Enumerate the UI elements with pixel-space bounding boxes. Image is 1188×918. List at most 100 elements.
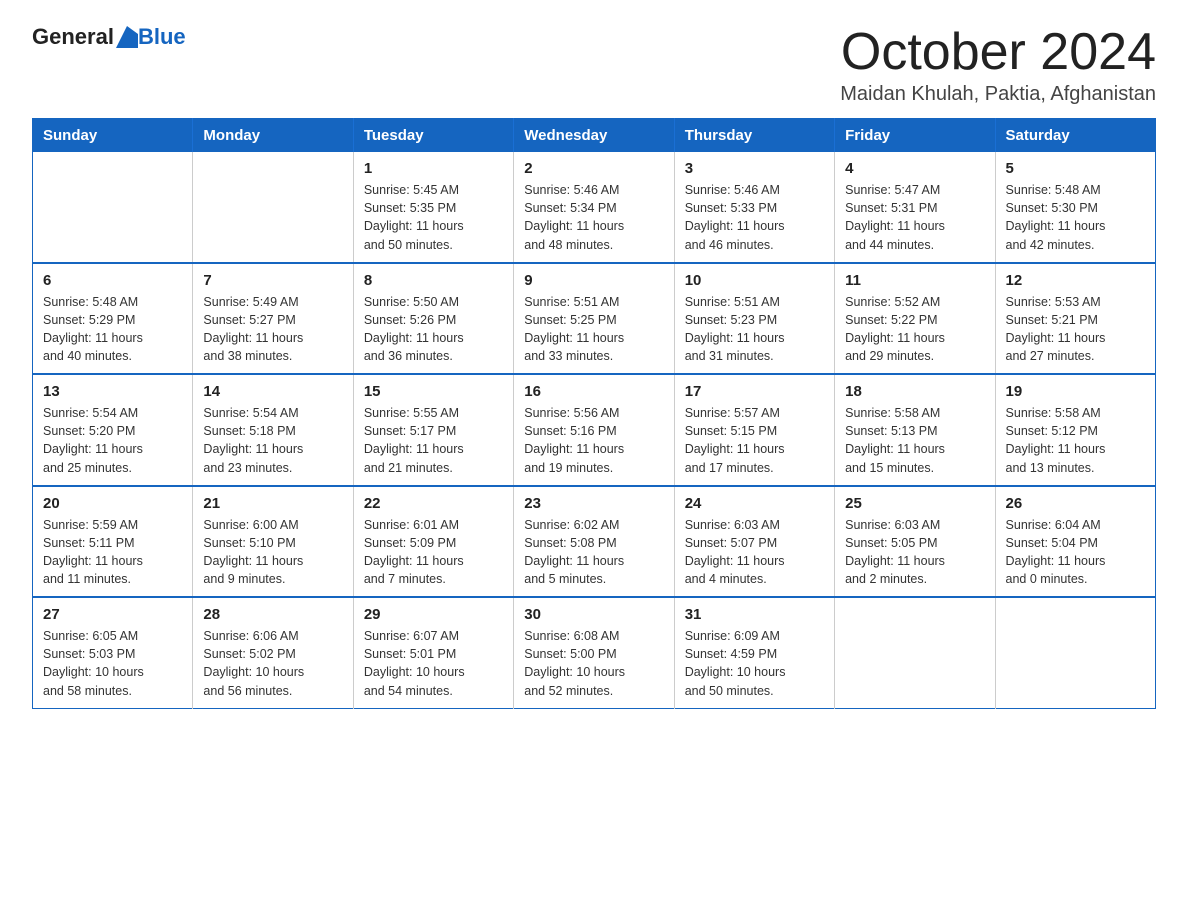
- week-row-0: 1 Sunrise: 5:45 AM Sunset: 5:35 PM Daylig…: [33, 152, 1156, 263]
- day-info: Sunrise: 6:09 AM Sunset: 4:59 PM Dayligh…: [685, 627, 824, 700]
- logo: General Blue: [32, 24, 186, 50]
- calendar-cell: 26 Sunrise: 6:04 AM Sunset: 5:04 PM Dayli…: [995, 486, 1155, 598]
- calendar-cell: 12Sunrise: 5:53 AM Sunset: 5:21 PM Dayli…: [995, 263, 1155, 375]
- day-info: Sunrise: 6:08 AM Sunset: 5:00 PM Dayligh…: [524, 627, 663, 700]
- day-info: Sunrise: 5:53 AM Sunset: 5:21 PM Dayligh…: [1006, 293, 1145, 366]
- weekday-header-row: SundayMondayTuesdayWednesdayThursdayFrid…: [33, 119, 1156, 153]
- day-info: Sunrise: 5:59 AM Sunset: 5:11 PM Dayligh…: [43, 516, 182, 589]
- month-title: October 2024: [840, 24, 1156, 81]
- weekday-wednesday: Wednesday: [514, 119, 674, 153]
- week-row-2: 13 Sunrise: 5:54 AM Sunset: 5:20 PM Dayli…: [33, 374, 1156, 486]
- day-info: Sunrise: 5:48 AM Sunset: 5:30 PM Dayligh…: [1006, 181, 1145, 254]
- day-number: 7: [203, 272, 342, 289]
- logo-icon: [116, 26, 138, 48]
- day-info: Sunrise: 6:01 AM Sunset: 5:09 PM Dayligh…: [364, 516, 503, 589]
- calendar-cell: 6 Sunrise: 5:48 AM Sunset: 5:29 PM Daylig…: [33, 263, 193, 375]
- day-number: 22: [364, 495, 503, 512]
- day-number: 18: [845, 383, 984, 400]
- calendar-header: SundayMondayTuesdayWednesdayThursdayFrid…: [33, 119, 1156, 153]
- day-number: 21: [203, 495, 342, 512]
- week-row-1: 6 Sunrise: 5:48 AM Sunset: 5:29 PM Daylig…: [33, 263, 1156, 375]
- calendar-cell: 24 Sunrise: 6:03 AM Sunset: 5:07 PM Dayli…: [674, 486, 834, 598]
- calendar-cell: [835, 597, 995, 708]
- calendar-cell: 2 Sunrise: 5:46 AM Sunset: 5:34 PM Daylig…: [514, 152, 674, 263]
- logo-general: General: [32, 24, 114, 50]
- day-number: 3: [685, 160, 824, 177]
- day-info: Sunrise: 5:54 AM Sunset: 5:18 PM Dayligh…: [203, 404, 342, 477]
- day-number: 27: [43, 606, 182, 623]
- day-number: 14: [203, 383, 342, 400]
- calendar-body: 1 Sunrise: 5:45 AM Sunset: 5:35 PM Daylig…: [33, 152, 1156, 708]
- calendar-cell: 17Sunrise: 5:57 AM Sunset: 5:15 PM Dayli…: [674, 374, 834, 486]
- day-info: Sunrise: 6:03 AM Sunset: 5:05 PM Dayligh…: [845, 516, 984, 589]
- day-number: 2: [524, 160, 663, 177]
- day-info: Sunrise: 5:55 AM Sunset: 5:17 PM Dayligh…: [364, 404, 503, 477]
- calendar-cell: 1 Sunrise: 5:45 AM Sunset: 5:35 PM Daylig…: [353, 152, 513, 263]
- calendar-cell: 15 Sunrise: 5:55 AM Sunset: 5:17 PM Dayli…: [353, 374, 513, 486]
- day-info: Sunrise: 6:03 AM Sunset: 5:07 PM Dayligh…: [685, 516, 824, 589]
- calendar-cell: 4 Sunrise: 5:47 AM Sunset: 5:31 PM Daylig…: [835, 152, 995, 263]
- calendar-cell: 31Sunrise: 6:09 AM Sunset: 4:59 PM Dayli…: [674, 597, 834, 708]
- week-row-3: 20 Sunrise: 5:59 AM Sunset: 5:11 PM Dayli…: [33, 486, 1156, 598]
- day-number: 17: [685, 383, 824, 400]
- day-info: Sunrise: 6:00 AM Sunset: 5:10 PM Dayligh…: [203, 516, 342, 589]
- day-number: 20: [43, 495, 182, 512]
- day-info: Sunrise: 5:50 AM Sunset: 5:26 PM Dayligh…: [364, 293, 503, 366]
- day-number: 25: [845, 495, 984, 512]
- calendar-cell: 20 Sunrise: 5:59 AM Sunset: 5:11 PM Dayli…: [33, 486, 193, 598]
- day-number: 29: [364, 606, 503, 623]
- day-info: Sunrise: 6:05 AM Sunset: 5:03 PM Dayligh…: [43, 627, 182, 700]
- day-info: Sunrise: 6:02 AM Sunset: 5:08 PM Dayligh…: [524, 516, 663, 589]
- calendar-cell: 23 Sunrise: 6:02 AM Sunset: 5:08 PM Dayli…: [514, 486, 674, 598]
- day-number: 23: [524, 495, 663, 512]
- calendar-cell: 7Sunrise: 5:49 AM Sunset: 5:27 PM Daylig…: [193, 263, 353, 375]
- day-info: Sunrise: 5:58 AM Sunset: 5:13 PM Dayligh…: [845, 404, 984, 477]
- calendar-cell: 14 Sunrise: 5:54 AM Sunset: 5:18 PM Dayli…: [193, 374, 353, 486]
- day-info: Sunrise: 5:51 AM Sunset: 5:23 PM Dayligh…: [685, 293, 824, 366]
- logo-blue: Blue: [138, 24, 186, 50]
- day-info: Sunrise: 5:52 AM Sunset: 5:22 PM Dayligh…: [845, 293, 984, 366]
- day-info: Sunrise: 5:56 AM Sunset: 5:16 PM Dayligh…: [524, 404, 663, 477]
- day-number: 26: [1006, 495, 1145, 512]
- day-info: Sunrise: 5:46 AM Sunset: 5:33 PM Dayligh…: [685, 181, 824, 254]
- day-number: 10: [685, 272, 824, 289]
- day-number: 4: [845, 160, 984, 177]
- day-number: 6: [43, 272, 182, 289]
- page-header: General Blue October 2024 Maidan Khulah,…: [32, 24, 1156, 106]
- weekday-tuesday: Tuesday: [353, 119, 513, 153]
- calendar-cell: 9Sunrise: 5:51 AM Sunset: 5:25 PM Daylig…: [514, 263, 674, 375]
- day-number: 24: [685, 495, 824, 512]
- day-info: Sunrise: 5:47 AM Sunset: 5:31 PM Dayligh…: [845, 181, 984, 254]
- day-info: Sunrise: 5:58 AM Sunset: 5:12 PM Dayligh…: [1006, 404, 1145, 477]
- day-number: 5: [1006, 160, 1145, 177]
- calendar-cell: 10 Sunrise: 5:51 AM Sunset: 5:23 PM Dayli…: [674, 263, 834, 375]
- day-info: Sunrise: 5:54 AM Sunset: 5:20 PM Dayligh…: [43, 404, 182, 477]
- calendar-cell: 27 Sunrise: 6:05 AM Sunset: 5:03 PM Dayli…: [33, 597, 193, 708]
- calendar-table: SundayMondayTuesdayWednesdayThursdayFrid…: [32, 118, 1156, 709]
- day-info: Sunrise: 6:07 AM Sunset: 5:01 PM Dayligh…: [364, 627, 503, 700]
- day-number: 13: [43, 383, 182, 400]
- day-number: 16: [524, 383, 663, 400]
- day-number: 8: [364, 272, 503, 289]
- location-title: Maidan Khulah, Paktia, Afghanistan: [840, 83, 1156, 106]
- day-number: 15: [364, 383, 503, 400]
- day-info: Sunrise: 5:51 AM Sunset: 5:25 PM Dayligh…: [524, 293, 663, 366]
- day-info: Sunrise: 6:04 AM Sunset: 5:04 PM Dayligh…: [1006, 516, 1145, 589]
- title-block: October 2024 Maidan Khulah, Paktia, Afgh…: [840, 24, 1156, 106]
- day-info: Sunrise: 5:46 AM Sunset: 5:34 PM Dayligh…: [524, 181, 663, 254]
- calendar-cell: 11 Sunrise: 5:52 AM Sunset: 5:22 PM Dayli…: [835, 263, 995, 375]
- day-number: 1: [364, 160, 503, 177]
- weekday-friday: Friday: [835, 119, 995, 153]
- calendar-cell: 19 Sunrise: 5:58 AM Sunset: 5:12 PM Dayli…: [995, 374, 1155, 486]
- calendar-cell: 13 Sunrise: 5:54 AM Sunset: 5:20 PM Dayli…: [33, 374, 193, 486]
- day-number: 28: [203, 606, 342, 623]
- day-number: 19: [1006, 383, 1145, 400]
- weekday-thursday: Thursday: [674, 119, 834, 153]
- day-info: Sunrise: 5:45 AM Sunset: 5:35 PM Dayligh…: [364, 181, 503, 254]
- calendar-cell: 21 Sunrise: 6:00 AM Sunset: 5:10 PM Dayli…: [193, 486, 353, 598]
- calendar-cell: 29 Sunrise: 6:07 AM Sunset: 5:01 PM Dayli…: [353, 597, 513, 708]
- day-number: 11: [845, 272, 984, 289]
- day-info: Sunrise: 5:48 AM Sunset: 5:29 PM Dayligh…: [43, 293, 182, 366]
- calendar-cell: 30Sunrise: 6:08 AM Sunset: 5:00 PM Dayli…: [514, 597, 674, 708]
- calendar-cell: 22 Sunrise: 6:01 AM Sunset: 5:09 PM Dayli…: [353, 486, 513, 598]
